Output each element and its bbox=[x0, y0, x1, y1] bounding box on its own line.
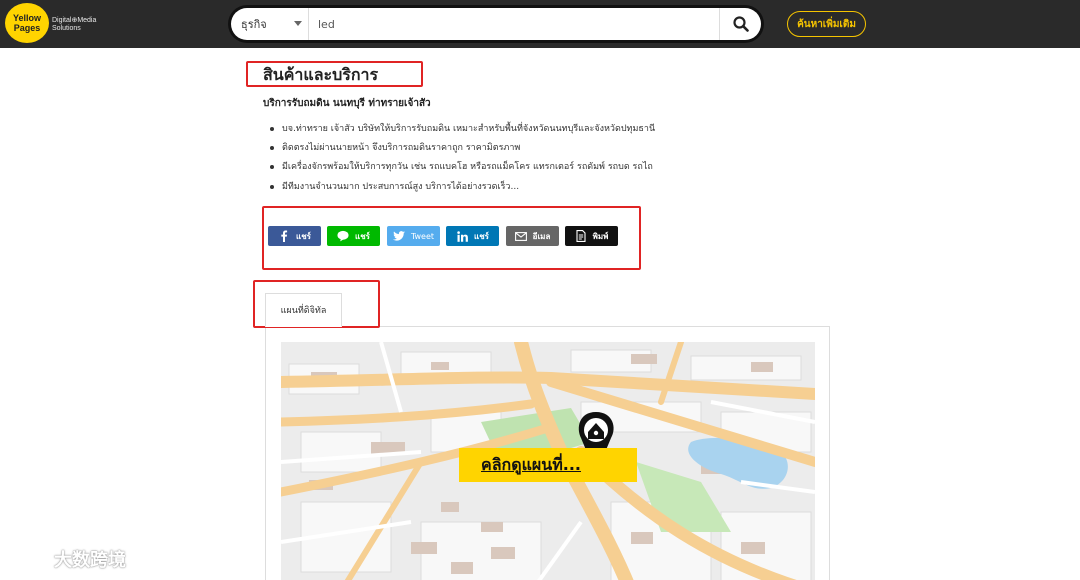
more-search-button[interactable]: ค้นหาเพิ่มเติม bbox=[787, 11, 866, 37]
yellow-pages-logo[interactable]: Yellow Pages bbox=[5, 3, 49, 43]
watermark-logo-icon bbox=[8, 549, 48, 568]
view-map-banner[interactable]: คลิกดูแผนที่... bbox=[459, 448, 637, 482]
top-header: Yellow Pages Digital⊕Media Solutions ธุร… bbox=[0, 0, 1080, 48]
logo-tagline-line2: Solutions bbox=[52, 25, 81, 32]
map-panel: คลิกดูแผนที่... bbox=[265, 326, 830, 580]
list-item: มีทีมงานจำนวนมาก ประสบการณ์สูง บริการได้… bbox=[268, 179, 655, 198]
logo-line2: Pages bbox=[13, 23, 41, 33]
service-bullet-list: บจ.ท่าทราย เจ้าสัว บริษัทให้บริการรับถมด… bbox=[268, 121, 655, 198]
tab-digital-map[interactable]: แผนที่ดิจิทัล bbox=[265, 293, 342, 327]
list-item: มีเครื่องจักรพร้อมให้บริการทุกวัน เช่น ร… bbox=[268, 159, 655, 178]
map-preview[interactable]: คลิกดูแผนที่... bbox=[281, 342, 815, 580]
category-select[interactable]: ธุรกิจ bbox=[231, 8, 309, 40]
search-input[interactable]: led bbox=[318, 8, 335, 40]
list-item: ติดตรงไม่ผ่านนายหน้า จึงบริการถมดินราคาถ… bbox=[268, 140, 655, 159]
watermark: 大数跨境 bbox=[8, 543, 126, 575]
category-value: ธุรกิจ bbox=[241, 18, 267, 31]
logo-tagline: Digital⊕Media Solutions bbox=[52, 17, 96, 33]
search-icon bbox=[732, 16, 749, 32]
logo-line1: Yellow bbox=[12, 13, 41, 23]
logo-tagline-line1: Digital⊕Media bbox=[52, 17, 97, 24]
service-subtitle: บริการรับถมดิน นนทบุรี ท่าทรายเจ้าสัว bbox=[263, 98, 431, 109]
chevron-down-icon bbox=[294, 21, 302, 26]
watermark-text: 大数跨境 bbox=[54, 550, 126, 571]
view-map-label: คลิกดูแผนที่... bbox=[481, 454, 581, 474]
highlight-box-share bbox=[262, 206, 641, 270]
search-button[interactable] bbox=[719, 8, 761, 40]
search-bar: ธุรกิจ led bbox=[228, 5, 764, 43]
list-item: บจ.ท่าทราย เจ้าสัว บริษัทให้บริการรับถมด… bbox=[268, 121, 655, 140]
highlight-box-title bbox=[246, 61, 423, 87]
